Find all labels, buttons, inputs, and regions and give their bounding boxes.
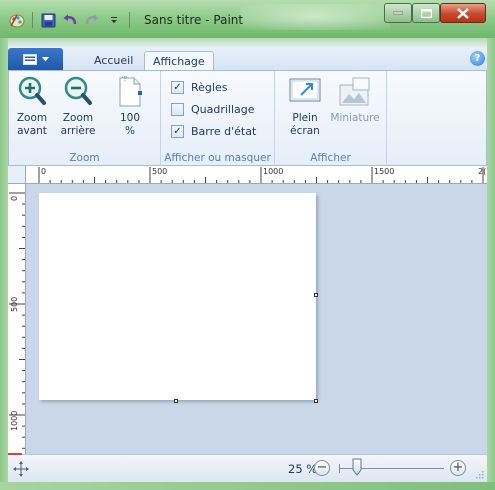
zoom-in-status-button[interactable]: + <box>450 460 466 476</box>
close-icon <box>457 7 469 19</box>
ruler-h-label-1000: 1000 <box>263 167 284 176</box>
ruler-h-label-500: 500 <box>152 167 168 176</box>
zoom-level: 25 % <box>288 462 318 476</box>
zoom-slider-thumb[interactable] <box>352 458 362 476</box>
redo-icon[interactable] <box>83 11 101 29</box>
thumbnail-icon <box>338 75 372 109</box>
group-zoom-label: Zoom <box>69 152 100 164</box>
ruler-v-label-0: 0 <box>10 195 19 201</box>
ruler-v-label-1000: 1000 <box>10 410 19 431</box>
paint-menu-button[interactable] <box>8 48 63 70</box>
status-bar: 25 % − + <box>8 454 487 482</box>
cursor-position-icon <box>13 461 29 477</box>
thumbnail-label: Miniature <box>330 112 380 124</box>
gridlines-label: Quadrillage <box>191 103 255 116</box>
menu-icon <box>22 53 37 65</box>
help-icon[interactable]: ? <box>470 51 485 66</box>
zoom-in-button[interactable]: Zoom avant <box>15 75 49 138</box>
gridlines-checkbox-row[interactable]: Quadrillage <box>171 103 255 116</box>
vertical-ruler: 0 500 1000 <box>8 184 26 454</box>
horizontal-ruler: 0 500 1000 1500 2( <box>26 166 487 184</box>
rulers-label: Règles <box>191 81 228 94</box>
quick-access-toolbar <box>8 10 132 30</box>
chevron-down-icon <box>41 56 49 61</box>
statusbar-checkbox[interactable]: ✓ <box>171 125 184 138</box>
minimize-icon <box>393 11 403 15</box>
zoom-out-button[interactable]: Zoom arrière <box>57 75 99 138</box>
group-zoom: Zoom avant Zoom arrière 100 % Zoom <box>9 71 161 166</box>
statusbar-label: Barre d'état <box>191 125 257 138</box>
zoom-in-icon <box>16 75 48 109</box>
zoom-out-label: Zoom arrière <box>60 112 96 137</box>
paint-window: Sans titre - Paint Accueil Affichage ? Z… <box>0 0 495 490</box>
zoom-out-status-button[interactable]: − <box>314 460 330 476</box>
group-show-hide-label: Afficher ou masquer <box>164 152 271 164</box>
page-100-icon <box>114 75 146 109</box>
ruler-h-label-0: 0 <box>41 167 47 176</box>
paint-app-icon[interactable] <box>8 11 26 29</box>
ribbon-tab-bar: Accueil Affichage ? <box>8 48 487 70</box>
gridlines-checkbox[interactable] <box>171 103 184 116</box>
ruler-corner <box>8 166 26 184</box>
rulers-checkbox[interactable]: ✓ <box>171 81 184 94</box>
group-display-label: Afficher <box>310 152 351 164</box>
resize-handle-bottom[interactable] <box>174 399 178 403</box>
zoom-out-icon <box>62 75 94 109</box>
save-icon[interactable] <box>39 11 57 29</box>
window-bottom-border <box>0 482 495 490</box>
fullscreen-button[interactable]: Plein écran <box>285 75 325 138</box>
resize-handle-right[interactable] <box>314 293 318 297</box>
maximize-button[interactable] <box>412 3 440 23</box>
ribbon-panel: Zoom avant Zoom arrière 100 % Zoom ✓ Règ… <box>8 70 487 166</box>
ruler-position-marker <box>8 453 22 455</box>
ruler-h-label-1500: 1500 <box>374 167 395 176</box>
fullscreen-icon <box>288 75 322 109</box>
canvas-workspace[interactable]: 0 500 1000 1500 2( 0 500 1000 <box>8 166 487 454</box>
tab-affichage[interactable]: Affichage <box>144 51 214 70</box>
group-show-hide: ✓ Règles Quadrillage ✓ Barre d'état Affi… <box>161 71 275 166</box>
customize-qat-chevron-icon[interactable] <box>105 11 123 29</box>
group-display: Plein écran Miniature Afficher <box>275 71 387 166</box>
window-title: Sans titre - Paint <box>144 13 244 27</box>
close-button[interactable] <box>440 3 486 23</box>
thumbnail-button[interactable]: Miniature <box>327 75 383 125</box>
rulers-checkbox-row[interactable]: ✓ Règles <box>171 81 227 94</box>
resize-handle-corner[interactable] <box>314 399 318 403</box>
tab-accueil[interactable]: Accueil <box>86 51 141 70</box>
drawing-canvas[interactable] <box>39 193 316 400</box>
maximize-icon <box>420 8 432 18</box>
minimize-button[interactable] <box>384 3 412 23</box>
zoom-100-button[interactable]: 100 % <box>113 75 147 138</box>
ruler-h-label-2000: 2( <box>478 167 487 176</box>
ruler-v-label-500: 500 <box>10 296 19 312</box>
zoom-100-label: 100 % <box>119 112 141 137</box>
fullscreen-label: Plein écran <box>290 112 320 137</box>
title-bar[interactable]: Sans titre - Paint <box>0 0 495 38</box>
statusbar-checkbox-row[interactable]: ✓ Barre d'état <box>171 125 256 138</box>
resize-grip-icon[interactable] <box>474 469 484 479</box>
zoom-in-label: Zoom avant <box>16 112 48 137</box>
undo-icon[interactable] <box>61 11 79 29</box>
